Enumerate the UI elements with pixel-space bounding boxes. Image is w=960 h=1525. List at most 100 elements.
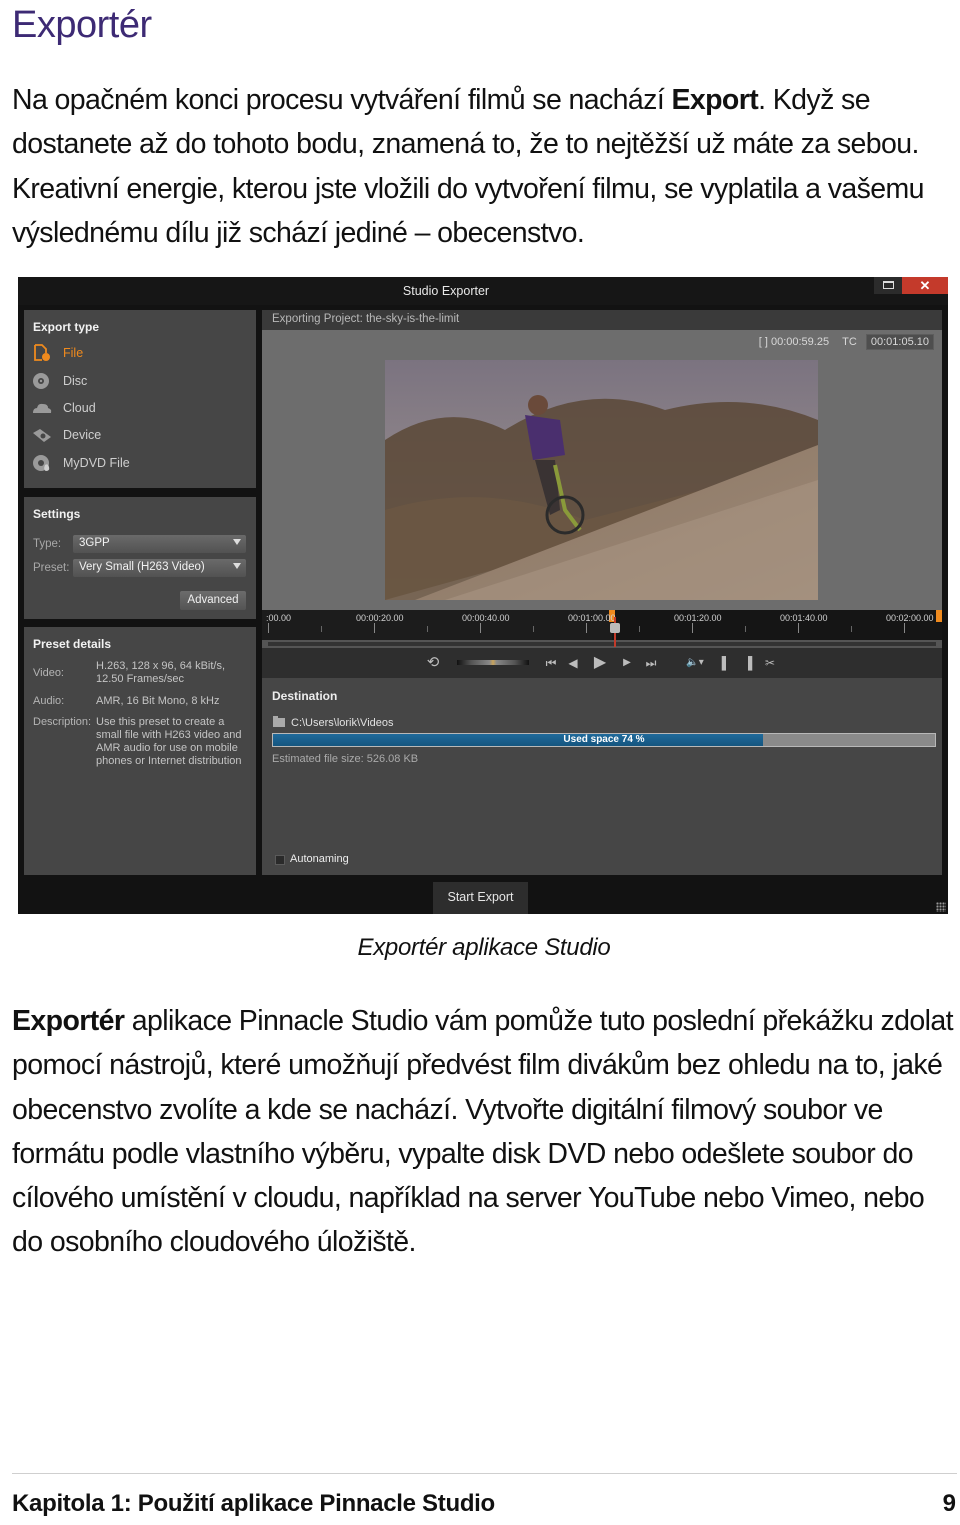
mydvd-icon bbox=[33, 455, 50, 471]
footer-chapter: Kapitola 1: Použití aplikace Pinnacle St… bbox=[12, 1490, 495, 1517]
export-type-label: Device bbox=[63, 428, 102, 442]
window-titlebar: Studio Exporter ✕ bbox=[18, 277, 948, 305]
duration-readout: [ ] 00:00:59.25 bbox=[758, 336, 830, 348]
video-value: H.263, 128 x 96, 64 kBit/s, 12.50 Frames… bbox=[96, 660, 226, 685]
audio-label: Audio: bbox=[33, 695, 65, 707]
export-type-disc[interactable]: Disc bbox=[32, 371, 242, 393]
timeline-tick bbox=[533, 626, 534, 632]
play-button[interactable]: ▶ bbox=[590, 655, 610, 671]
mark-out-marker[interactable] bbox=[936, 610, 942, 622]
timeline-tick bbox=[639, 626, 640, 632]
autonaming-checkbox[interactable] bbox=[275, 855, 285, 865]
close-icon: ✕ bbox=[919, 278, 931, 293]
tc-label: TC bbox=[842, 336, 857, 348]
timeline-label: :00.00 bbox=[266, 613, 292, 623]
timeline-ruler[interactable]: :00.00 00:00:20.00 00:00:40.00 00:01:00.00 0… bbox=[262, 610, 942, 640]
video-preview-frame bbox=[385, 360, 818, 600]
timeline-tick bbox=[480, 623, 481, 633]
jog-shuttle[interactable] bbox=[457, 660, 529, 665]
mark-out-button[interactable]: ▐ bbox=[742, 655, 754, 671]
playhead-handle[interactable] bbox=[610, 623, 620, 633]
export-type-cloud[interactable]: Cloud bbox=[32, 398, 242, 420]
timeline-tick bbox=[851, 626, 852, 632]
export-type-device[interactable]: Device bbox=[32, 425, 242, 447]
timeline-label: 00:00:20.00 bbox=[356, 613, 404, 623]
export-type-label: File bbox=[63, 346, 84, 360]
scrub-bar[interactable] bbox=[262, 640, 942, 648]
close-button[interactable]: ✕ bbox=[902, 277, 948, 294]
start-export-button[interactable]: Start Export bbox=[433, 882, 528, 914]
advanced-button[interactable]: Advanced bbox=[180, 591, 246, 610]
estimated-file-size: Estimated file size: 526.08 KB bbox=[272, 753, 419, 765]
video-label: Video: bbox=[33, 667, 64, 679]
timeline-label: 00:02:00.00 bbox=[886, 613, 934, 623]
destination-panel: Destination C:\Users\lorik\Videos Used s… bbox=[262, 678, 942, 875]
timecode-display: [ ] 00:00:59.25 TC 00:01:05.10 bbox=[759, 334, 934, 350]
window-title: Studio Exporter bbox=[402, 284, 490, 298]
audio-value: AMR, 16 Bit Mono, 8 kHz bbox=[96, 695, 220, 707]
transport-controls: ⟲ ⏮ ◀ ▶ ▶ ⏭ 🔈▾ ▌ ▐ ✂ bbox=[262, 648, 942, 678]
step-forward-button[interactable]: ▶ bbox=[618, 655, 636, 671]
project-bar: Exporting Project: the-sky-is-the-limit bbox=[262, 310, 942, 330]
timeline-tick bbox=[745, 626, 746, 632]
type-label: Type: bbox=[33, 538, 62, 550]
preview-panel: [ ] 00:00:59.25 TC 00:01:05.10 bbox=[262, 330, 942, 610]
destination-heading: Destination bbox=[272, 689, 338, 703]
export-type-mydvd[interactable]: MyDVD File bbox=[32, 453, 242, 475]
studio-exporter-window: Studio Exporter ✕ Export type File Disc … bbox=[18, 277, 948, 914]
timeline-label: 00:01:00.00 bbox=[568, 613, 616, 623]
footer-page-number: 9 bbox=[942, 1490, 956, 1517]
intro-text-1: Na opačném konci procesu vytváření filmů… bbox=[12, 84, 672, 116]
maximize-button[interactable] bbox=[874, 277, 902, 294]
preset-select[interactable]: Very Small (H263 Video) bbox=[73, 559, 246, 577]
timeline-tick bbox=[374, 623, 375, 633]
export-type-heading: Export type bbox=[33, 320, 100, 334]
timeline-tick bbox=[692, 623, 693, 633]
timeline-label: 00:01:20.00 bbox=[674, 613, 722, 623]
loop-button[interactable]: ⟲ bbox=[422, 655, 444, 671]
scrub-track bbox=[268, 642, 936, 646]
tc-value[interactable]: 00:01:05.10 bbox=[865, 334, 934, 350]
used-space-bar: Used space 74 % bbox=[272, 733, 936, 747]
description-value: Use this preset to create a small file w… bbox=[96, 716, 242, 767]
file-export-icon bbox=[34, 344, 50, 361]
timeline-tick bbox=[268, 623, 269, 633]
go-to-end-button[interactable]: ⏭ bbox=[642, 655, 660, 671]
timeline-tick bbox=[427, 626, 428, 632]
export-type-file[interactable]: File bbox=[32, 343, 242, 365]
folder-icon[interactable] bbox=[273, 716, 285, 727]
disc-icon bbox=[33, 373, 49, 389]
volume-button[interactable]: 🔈▾ bbox=[680, 655, 710, 671]
cloud-icon bbox=[33, 403, 52, 413]
timeline-tick bbox=[586, 623, 587, 633]
chevron-down-icon bbox=[233, 539, 241, 545]
settings-panel: Settings Type: 3GPP Preset: Very Small (… bbox=[24, 497, 256, 619]
mark-in-button[interactable]: ▌ bbox=[720, 655, 732, 671]
preset-label: Preset: bbox=[33, 562, 70, 574]
export-type-label: MyDVD File bbox=[63, 456, 130, 470]
timeline-tick bbox=[321, 626, 322, 632]
preset-details-panel: Preset details Video: H.263, 128 x 96, 6… bbox=[24, 627, 256, 875]
type-select[interactable]: 3GPP bbox=[73, 535, 246, 553]
body-paragraph: Exportér aplikace Pinnacle Studio vám po… bbox=[12, 999, 957, 1265]
body-bold-exporter: Exportér bbox=[12, 1005, 125, 1037]
intro-bold-export: Export bbox=[671, 84, 759, 116]
resize-grip[interactable] bbox=[936, 902, 946, 912]
timeline-label: 00:00:40.00 bbox=[462, 613, 510, 623]
timeline-tick bbox=[904, 623, 905, 633]
footer-divider bbox=[12, 1473, 957, 1474]
destination-path[interactable]: C:\Users\lorik\Videos bbox=[291, 717, 394, 729]
autonaming-label[interactable]: Autonaming bbox=[290, 853, 349, 865]
timeline-label: 00:01:40.00 bbox=[780, 613, 828, 623]
export-type-label: Cloud bbox=[63, 401, 96, 415]
go-to-start-button[interactable]: ⏮ bbox=[542, 655, 560, 671]
used-space-label: Used space 74 % bbox=[563, 734, 645, 745]
export-type-panel: Export type File Disc Cloud Device MyDVD… bbox=[24, 310, 256, 488]
intro-paragraph: Na opačném konci procesu vytváření filmů… bbox=[12, 78, 957, 255]
preset-details-heading: Preset details bbox=[33, 637, 112, 651]
clear-marks-button[interactable]: ✂ bbox=[762, 655, 778, 671]
type-select-value: 3GPP bbox=[79, 537, 110, 549]
settings-heading: Settings bbox=[33, 507, 81, 521]
step-back-button[interactable]: ◀ bbox=[564, 655, 582, 671]
maximize-icon bbox=[883, 281, 894, 289]
